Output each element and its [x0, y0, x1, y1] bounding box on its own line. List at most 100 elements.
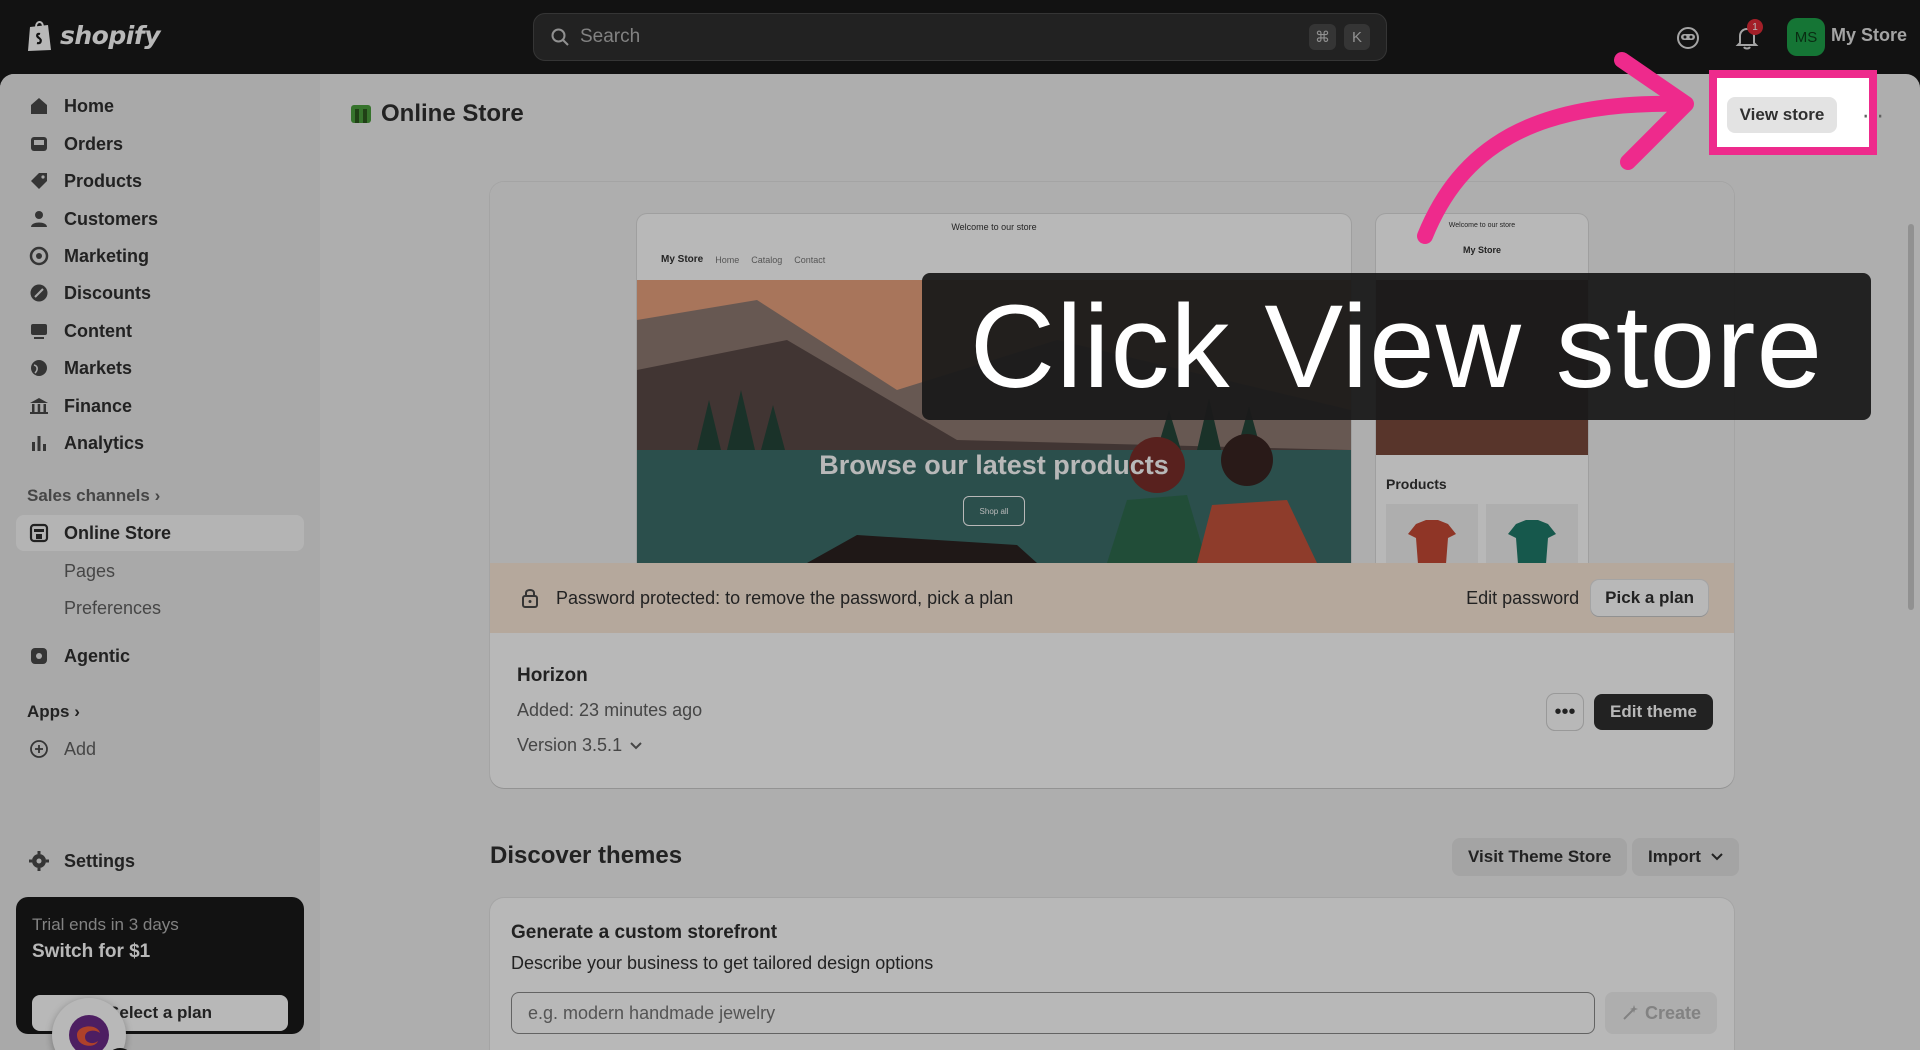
- import-label: Import: [1648, 847, 1701, 866]
- mobile-store-name: My Store: [1462, 245, 1501, 255]
- sidebar-item-label: Settings: [64, 850, 136, 871]
- trial-days-text: Trial ends in 3 days: [32, 915, 179, 934]
- sidebar-item-label: Agentic: [64, 645, 131, 666]
- sidebar-item-finance[interactable]: Finance: [16, 388, 304, 424]
- magic-wand-icon: [1623, 1005, 1638, 1020]
- app-shell: Home Orders Products Customers Marketing…: [0, 74, 1920, 1050]
- shortcut-key-cmd: ⌘: [1309, 24, 1336, 50]
- content-icon: [31, 324, 47, 339]
- apps-label: Apps: [27, 702, 70, 721]
- chat-app-icon: [69, 1015, 109, 1050]
- store-avatar[interactable]: MS: [1787, 18, 1825, 56]
- sales-channels-label: Sales channels: [27, 486, 150, 505]
- sidebar-item-agentic[interactable]: Agentic: [16, 638, 304, 674]
- tag-icon: [31, 173, 47, 189]
- store-name[interactable]: My Store: [1831, 25, 1907, 46]
- sidekick-icon[interactable]: [1674, 24, 1702, 52]
- mobile-product-tile: [1486, 504, 1578, 563]
- sidebar-item-marketing[interactable]: Marketing: [16, 238, 304, 274]
- sidebar-item-label: Content: [64, 320, 132, 341]
- sidebar-subitem-preferences[interactable]: Preferences: [64, 598, 161, 619]
- page-scrollbar[interactable]: [1908, 224, 1914, 610]
- shopify-bag-icon: [28, 21, 51, 51]
- chevron-down-icon: [630, 741, 642, 749]
- storefront-icon: [29, 523, 49, 543]
- sidebar-item-customers[interactable]: Customers: [16, 201, 304, 237]
- sidebar-item-label: Orders: [64, 133, 124, 154]
- hero-heading: Browse our latest products: [819, 450, 1169, 480]
- generate-title: Generate a custom storefront: [511, 922, 778, 943]
- desktop-store-name: My Store: [661, 254, 704, 265]
- search-input[interactable]: Search ⌘ K: [533, 13, 1387, 61]
- sidebar-item-label: Online Store: [64, 522, 172, 543]
- sidebar-item-discounts[interactable]: Discounts: [16, 275, 304, 311]
- sidebar-subitem-pages[interactable]: Pages: [64, 561, 115, 582]
- bar-chart-icon: [32, 436, 46, 451]
- password-banner: Password protected: to remove the passwo…: [490, 563, 1734, 633]
- generate-description: Describe your business to get tailored d…: [511, 953, 934, 973]
- sidebar-item-settings[interactable]: Settings: [16, 843, 304, 879]
- theme-more-actions-button[interactable]: •••: [1547, 694, 1583, 730]
- sidebar-item-products[interactable]: Products: [16, 163, 304, 199]
- create-label: Create: [1645, 1002, 1702, 1023]
- chevron-down-icon: [1711, 853, 1723, 861]
- page-title: Online Store: [349, 100, 524, 128]
- theme-version-text: Version 3.5.1: [517, 735, 623, 755]
- gear-icon: [29, 851, 49, 871]
- edit-theme-button[interactable]: Edit theme: [1594, 694, 1713, 730]
- desktop-nav-catalog: Catalog: [751, 254, 783, 265]
- globe-icon: [31, 360, 47, 376]
- chevron-right-icon: ›: [74, 702, 80, 721]
- desktop-nav-home: Home: [715, 254, 740, 265]
- highlight-frame: [1709, 70, 1877, 155]
- sidebar-item-analytics[interactable]: Analytics: [16, 425, 304, 461]
- shortcut-key-k: K: [1344, 24, 1370, 50]
- notification-badge: 1: [1747, 19, 1763, 35]
- create-button[interactable]: Create: [1605, 992, 1718, 1034]
- discover-themes-heading: Discover themes: [490, 842, 683, 869]
- bank-icon: [30, 398, 48, 414]
- pick-plan-button[interactable]: Pick a plan: [1591, 580, 1708, 616]
- mobile-announcement: Welcome to our store: [1448, 222, 1516, 229]
- hero-shop-all-button: Shop all: [963, 496, 1025, 526]
- top-bar: shopify Search ⌘ K 1 MS My Store: [0, 0, 1920, 74]
- sidebar-item-label: Discounts: [64, 282, 152, 303]
- chevron-right-icon: ›: [154, 486, 161, 505]
- desktop-announcement: Welcome to our store: [951, 222, 1037, 232]
- mobile-products-label: Products: [1386, 476, 1447, 492]
- trial-offer-text: Switch for $1: [32, 941, 151, 962]
- visit-theme-store-button[interactable]: Visit Theme Store: [1452, 838, 1628, 876]
- sidebar-item-orders[interactable]: Orders: [16, 126, 304, 162]
- page-title-text: Online Store: [381, 100, 524, 127]
- sidebar-item-label: Add: [64, 738, 97, 759]
- sidebar-item-label: Customers: [64, 208, 159, 229]
- sidebar-item-add-app[interactable]: Add: [16, 731, 304, 767]
- desktop-header: My Store Home Catalog Contact: [661, 254, 825, 265]
- password-banner-text: Password protected: to remove the passwo…: [556, 587, 1014, 608]
- tutorial-caption: Click View store: [922, 273, 1871, 420]
- apps-header[interactable]: Apps ›: [27, 702, 80, 722]
- sidebar-item-content[interactable]: Content: [16, 313, 304, 349]
- shopify-logo[interactable]: shopify: [26, 18, 161, 52]
- generate-storefront-card: Generate a custom storefront Describe yo…: [490, 898, 1734, 1050]
- mobile-product-tile: [1386, 504, 1478, 563]
- import-button[interactable]: Import: [1632, 838, 1739, 876]
- sidebar-item-online-store[interactable]: Online Store: [16, 515, 304, 551]
- sales-channels-header[interactable]: Sales channels ›: [27, 486, 160, 506]
- inbox-icon: [31, 137, 47, 151]
- theme-version-dropdown[interactable]: Version 3.5.1: [517, 735, 642, 756]
- shopify-wordmark: shopify: [60, 20, 161, 50]
- sidebar-item-label: Markets: [64, 357, 133, 378]
- sidebar-item-label: Products: [64, 170, 143, 191]
- sidebar: Home Orders Products Customers Marketing…: [0, 74, 320, 1050]
- search-icon: [551, 28, 569, 46]
- sidebar-item-label: Finance: [64, 395, 133, 416]
- sidebar-item-home[interactable]: Home: [16, 88, 304, 124]
- desktop-nav-contact: Contact: [794, 254, 826, 265]
- search-placeholder: Search: [580, 26, 641, 47]
- edit-password-link[interactable]: Edit password: [1466, 588, 1579, 609]
- sidebar-item-markets[interactable]: Markets: [16, 350, 304, 386]
- theme-added-time: Added: 23 minutes ago: [517, 700, 703, 720]
- storefront-prompt-input[interactable]: [511, 992, 1595, 1034]
- online-store-icon: [351, 105, 371, 123]
